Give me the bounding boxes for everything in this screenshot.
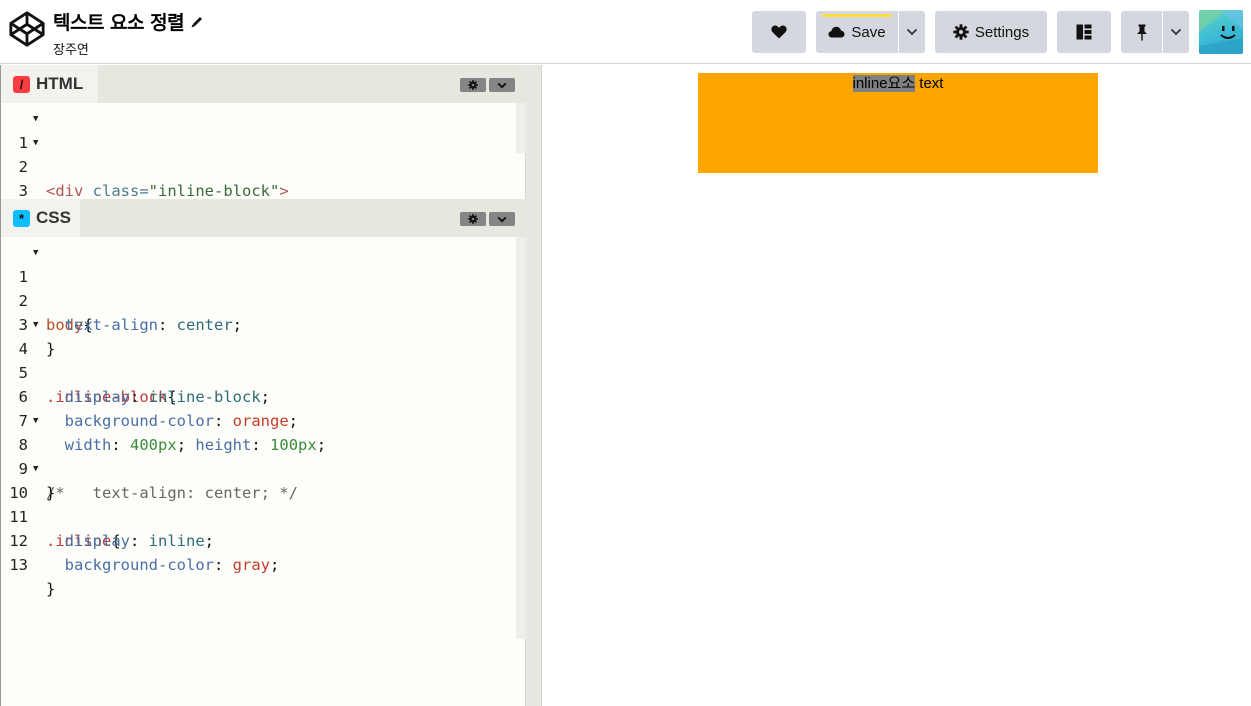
author-name[interactable]: 장주연 xyxy=(53,39,204,58)
code-line: 8 ▼ /* text-align: center; */ xyxy=(1,409,516,502)
pin-icon xyxy=(1136,24,1147,40)
css-scrollbar[interactable] xyxy=(516,237,526,639)
code-line: 10 ▼ .inline{ xyxy=(1,457,516,550)
cloud-icon xyxy=(828,26,845,38)
preview-inline-element: inline요소 xyxy=(852,75,916,92)
css-settings-button[interactable] xyxy=(460,212,486,226)
css-pane-label: CSS xyxy=(36,208,71,227)
top-bar: 텍스트 요소 정렬 장주연 Save Settings xyxy=(0,0,1251,64)
fold-arrow-icon[interactable]: ▼ xyxy=(33,131,38,155)
codepen-cube-icon[interactable] xyxy=(8,10,46,48)
css-badge-icon: * xyxy=(13,209,30,227)
code-line: 2 ▼ <div class="inline">inline요소</div> xyxy=(1,131,516,176)
chevron-down-icon xyxy=(497,82,507,88)
settings-label: Settings xyxy=(974,23,1030,41)
code-line: 6 background-color: orange; xyxy=(18,388,298,430)
html-collapse-button[interactable] xyxy=(489,78,515,92)
code-line: 1 ▼ body{ xyxy=(1,241,516,334)
smiley-avatar-icon xyxy=(1199,10,1243,54)
code-line: 9 } xyxy=(18,460,56,502)
code-line: 4 </div> xyxy=(1,179,516,199)
settings-button[interactable]: Settings xyxy=(935,11,1047,53)
code-line: 13 } xyxy=(9,556,56,598)
fold-arrow-icon[interactable]: ▼ xyxy=(33,457,38,481)
fold-arrow-icon[interactable]: ▼ xyxy=(33,409,38,433)
resize-handle[interactable] xyxy=(526,65,542,706)
html-pane-header: / HTML xyxy=(1,65,526,103)
html-code-editor[interactable]: 1 ▼ <div class="inline-block"> 2 ▼ <div … xyxy=(1,107,516,199)
pencil-icon[interactable] xyxy=(190,15,204,29)
pen-title[interactable]: 텍스트 요소 정렬 xyxy=(53,8,204,35)
save-label: Save xyxy=(851,23,886,41)
preview-text: text xyxy=(915,75,944,92)
chevron-down-icon xyxy=(497,216,507,222)
html-badge-icon: / xyxy=(13,75,30,93)
fold-arrow-icon[interactable]: ▼ xyxy=(33,107,38,131)
code-line: 7 width: 400px; height: 100px; xyxy=(18,412,327,454)
fold-arrow-icon[interactable]: ▼ xyxy=(33,241,38,265)
change-view-button[interactable] xyxy=(1057,11,1111,53)
save-options-button[interactable] xyxy=(899,11,925,53)
result-preview: inline요소 text xyxy=(543,65,1251,706)
like-button[interactable] xyxy=(752,11,806,53)
code-line: 11 display: inline; xyxy=(9,508,215,550)
css-code-editor[interactable]: 1 ▼ body{ 2 text-align: center; 3 } 4 ▼ … xyxy=(1,241,516,701)
user-avatar[interactable] xyxy=(1199,10,1243,54)
chevron-down-icon xyxy=(1170,28,1182,36)
code-line: 5 display: inline-block; xyxy=(18,364,270,406)
editor-column: / HTML 1 ▼ <div class="inline-block"> 2 … xyxy=(0,65,526,706)
code-line: 3 text xyxy=(18,182,28,199)
pen-title-text: 텍스트 요소 정렬 xyxy=(53,12,185,34)
pin-options-button[interactable] xyxy=(1163,11,1189,53)
code-line: 2 text-align: center; xyxy=(18,292,243,334)
code-line: 1 ▼ <div class="inline-block"> xyxy=(1,107,516,199)
html-settings-button[interactable] xyxy=(460,78,486,92)
save-button[interactable]: Save xyxy=(816,11,898,53)
chevron-down-icon xyxy=(906,28,918,36)
gear-icon xyxy=(953,24,969,40)
css-pane-header: * CSS xyxy=(1,199,526,237)
code-line: 3 } xyxy=(18,316,56,358)
gear-icon xyxy=(468,214,478,224)
fold-arrow-icon[interactable]: ▼ xyxy=(33,313,38,337)
heart-icon xyxy=(771,25,787,39)
gear-icon xyxy=(468,80,478,90)
preview-inline-block: inline요소 text xyxy=(698,73,1098,173)
html-pane-label: HTML xyxy=(36,74,84,93)
tab-html[interactable]: / HTML xyxy=(1,65,98,103)
code-line: 4 ▼ .inline-block{ xyxy=(1,313,516,406)
code-line: 12 background-color: gray; xyxy=(9,532,280,574)
tab-css[interactable]: * CSS xyxy=(1,199,80,237)
css-collapse-button[interactable] xyxy=(489,212,515,226)
pen-title-area: 텍스트 요소 정렬 장주연 xyxy=(53,8,204,58)
pin-button[interactable] xyxy=(1121,11,1162,53)
layout-icon xyxy=(1076,24,1092,40)
html-scrollbar[interactable] xyxy=(516,103,526,153)
